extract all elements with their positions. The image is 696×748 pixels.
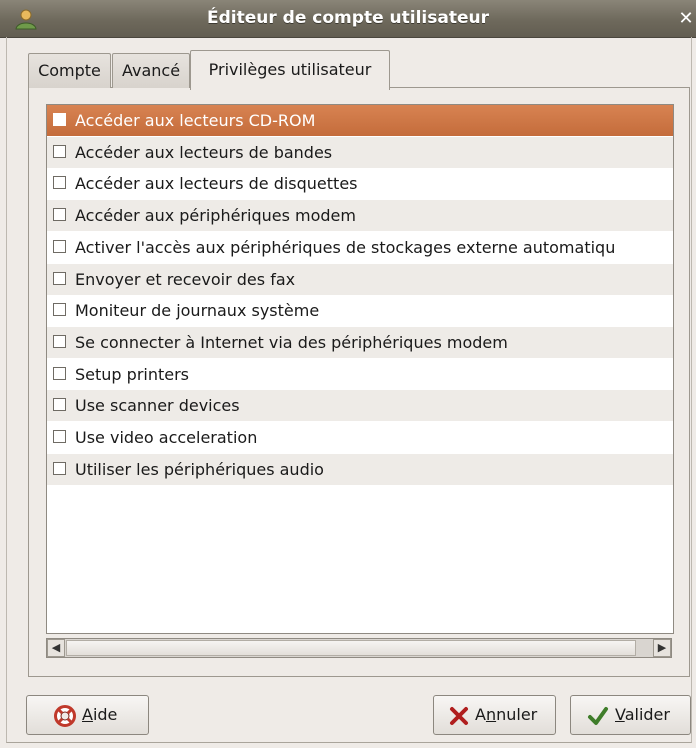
list-item[interactable]: Activer l'accès aux périphériques de sto… (47, 232, 673, 263)
window-title: Éditeur de compte utilisateur (207, 8, 489, 28)
privilege-label: Se connecter à Internet via des périphér… (75, 332, 508, 352)
checkmark-icon (588, 707, 608, 725)
privilege-label: Accéder aux lecteurs CD-ROM (75, 111, 316, 130)
lifebuoy-icon (54, 705, 76, 727)
privilege-label: Moniteur de journaux système (75, 301, 320, 321)
privilege-label: Accéder aux lecteurs de bandes (75, 142, 333, 162)
privilege-checkbox[interactable] (53, 366, 66, 380)
list-item[interactable]: Envoyer et recevoir des fax (47, 263, 673, 295)
list-item[interactable]: Use video acceleration (47, 422, 673, 453)
privilege-checkbox[interactable] (53, 334, 66, 348)
privilege-checkbox[interactable] (53, 239, 66, 253)
privilege-label: Activer l'accès aux périphériques de sto… (75, 237, 616, 257)
privilege-checkbox[interactable] (53, 430, 66, 443)
cancel-mnemonic: n (485, 705, 497, 724)
scroll-left-icon[interactable]: ◀ (47, 639, 65, 657)
privileges-list[interactable]: Accéder aux lecteurs CD-ROM Accéder aux l… (46, 104, 674, 634)
list-item[interactable]: Utiliser les périphériques audio (47, 453, 673, 485)
list-item[interactable]: Accéder aux lecteurs CD-ROM (47, 105, 673, 136)
close-icon[interactable]: ✕ (676, 0, 696, 37)
list-item[interactable]: Accéder aux périphériques modem (47, 200, 673, 232)
privilege-checkbox[interactable] (53, 271, 66, 285)
list-item[interactable]: Use scanner devices (47, 390, 673, 422)
cancel-label-first: A (475, 705, 486, 724)
privilege-checkbox[interactable] (53, 398, 66, 412)
privilege-label: Accéder aux périphériques modem (75, 206, 356, 226)
help-button[interactable]: Aide (26, 695, 149, 735)
help-mnemonic: A (82, 705, 93, 724)
list-item[interactable]: Moniteur de journaux système (47, 295, 673, 326)
list-item[interactable]: Setup printers (47, 359, 673, 390)
ok-button[interactable]: Valider (570, 695, 691, 735)
tab-privileges-utilisateur[interactable]: Privilèges utilisateur (190, 50, 390, 90)
list-item[interactable]: Se connecter à Internet via des périphér… (47, 326, 673, 358)
privilege-checkbox[interactable] (53, 144, 66, 158)
privilege-label: Setup printers (75, 364, 190, 384)
x-icon (450, 707, 468, 725)
user-account-icon (15, 9, 37, 30)
tab-compte[interactable]: Compte (28, 53, 111, 88)
privilege-label: Accéder aux lecteurs de disquettes (75, 174, 358, 194)
ok-label: alider (624, 705, 670, 724)
privilege-label: Use video acceleration (75, 428, 258, 447)
privilege-label: Utiliser les périphériques audio (75, 459, 324, 479)
list-item[interactable]: Accéder aux lecteurs de disquettes (47, 168, 673, 199)
privilege-checkbox[interactable] (53, 176, 66, 190)
list-item[interactable]: Accéder aux lecteurs de bandes (47, 136, 673, 168)
privilege-checkbox[interactable] (53, 461, 66, 475)
title-bar[interactable]: Éditeur de compte utilisateur ✕ (0, 0, 696, 38)
ok-mnemonic: V (615, 705, 625, 724)
privilege-checkbox[interactable] (53, 303, 66, 317)
cancel-label: nuler (496, 705, 538, 724)
privilege-checkbox[interactable] (53, 208, 66, 222)
privilege-checkbox[interactable] (53, 113, 66, 126)
cancel-button[interactable]: Annuler (433, 695, 556, 735)
privilege-label: Envoyer et recevoir des fax (75, 269, 296, 289)
help-label: ide (92, 705, 118, 724)
privilege-label: Use scanner devices (75, 396, 240, 416)
scrollbar-thumb[interactable] (66, 640, 636, 656)
scroll-right-icon[interactable]: ▶ (653, 639, 671, 657)
horizontal-scrollbar[interactable]: ◀ ▶ (46, 638, 672, 658)
tab-avance[interactable]: Avancé (112, 53, 190, 88)
